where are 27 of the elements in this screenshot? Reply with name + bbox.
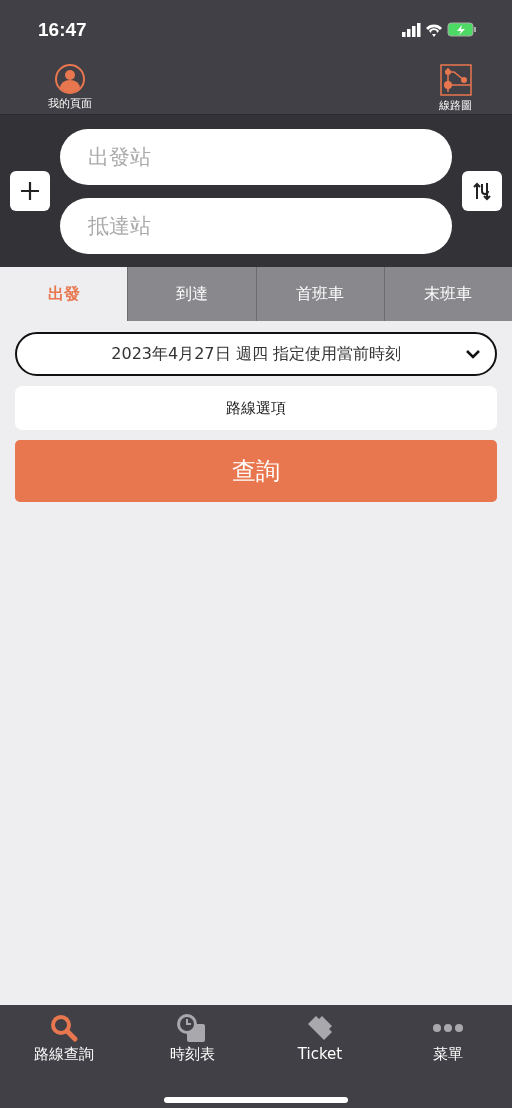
add-button[interactable] — [10, 171, 50, 211]
date-time-select[interactable]: 2023年4月27日 週四 指定使用當前時刻 — [15, 332, 497, 376]
route-map-button[interactable]: 線路圖 — [439, 60, 472, 114]
wifi-icon — [426, 24, 442, 37]
mode-tab[interactable]: 到達 — [127, 267, 256, 321]
swap-icon — [472, 181, 492, 201]
chevron-down-icon — [465, 347, 481, 361]
route-map-icon — [439, 64, 472, 96]
nav-tab[interactable]: 時刻表 — [128, 1005, 256, 1075]
mode-tab[interactable]: 首班車 — [255, 267, 384, 321]
arrival-station-field[interactable]: 抵達站 — [60, 197, 452, 254]
more-icon — [432, 1024, 464, 1032]
route-options-button[interactable]: 路線選項 — [15, 386, 497, 430]
mode-tab[interactable]: 末班車 — [383, 267, 512, 321]
plus-icon — [20, 181, 40, 201]
nav-tab[interactable]: 路線查詢 — [0, 1005, 128, 1075]
nav-tab[interactable]: 菜單 — [384, 1005, 512, 1075]
search-icon — [49, 1013, 79, 1043]
departure-station-field[interactable]: 出發站 — [60, 128, 452, 185]
battery-icon — [447, 22, 476, 37]
my-page-button[interactable]: 我的頁面 — [48, 60, 92, 114]
user-icon — [55, 64, 85, 94]
swap-button[interactable] — [462, 171, 502, 211]
status-time: 16:47 — [38, 19, 87, 41]
clock-timetable-icon — [176, 1013, 208, 1043]
signal-icon — [402, 23, 421, 37]
nav-tab[interactable]: Ticket — [256, 1005, 384, 1075]
